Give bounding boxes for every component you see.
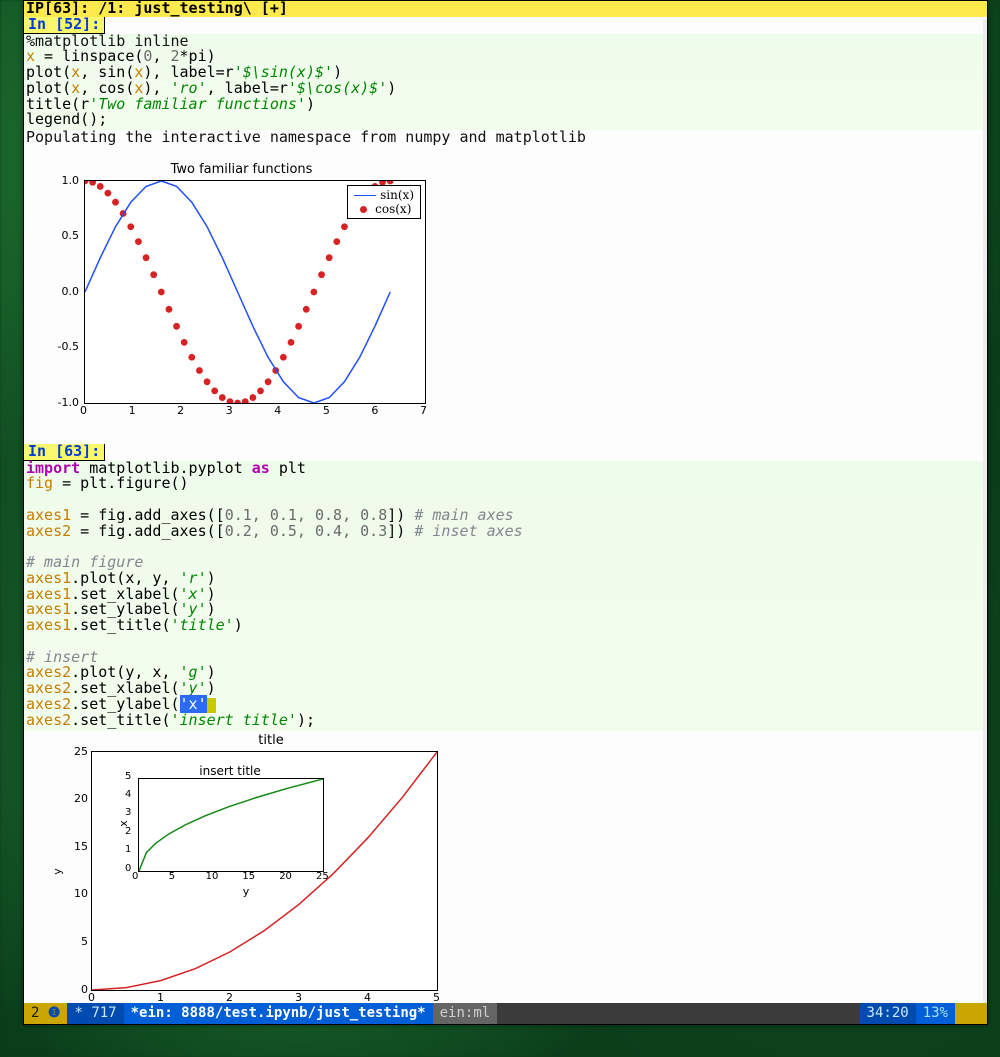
- chart2-plot-area: insert title: [91, 751, 438, 991]
- chart2-inset-svg: [139, 779, 323, 871]
- cell1-code[interactable]: %matplotlib inline x = linspace(0, 2*pi)…: [24, 34, 987, 131]
- chart-main-inset: title insert title 0510152025 012345 012…: [46, 737, 456, 1022]
- sb-segment-pct: 13%: [916, 1003, 955, 1024]
- chart2-inset-title: insert title: [138, 764, 322, 778]
- cell2-code[interactable]: import matplotlib.pyplot as plt fig = pl…: [24, 461, 987, 731]
- sb-segment-pos: 34:20: [860, 1003, 916, 1024]
- legend-line-icon: [354, 195, 376, 196]
- chart1-title: Two familiar functions: [44, 162, 439, 177]
- chart2-inset-xlabel: y: [154, 885, 338, 898]
- circle-number-icon: ❶: [48, 1006, 61, 1021]
- sb-segment-line: * 717: [67, 1003, 123, 1024]
- sb-segment-end-icon: [955, 1003, 987, 1024]
- chart1-plot-area: sin(x) cos(x): [84, 180, 426, 404]
- chart-two-familiar-functions: Two familiar functions sin(x) cos(x) -1.…: [44, 166, 439, 426]
- emacs-window: IP[63]: /1: just_testing\ [+] In [52]: %…: [23, 0, 988, 1025]
- chart2-inset-plot-area: [138, 778, 324, 872]
- legend-dot-icon: [360, 206, 367, 213]
- sb-segment-count: 2 ❶: [24, 1003, 67, 1024]
- chart2-inset-ylabel: x: [117, 820, 130, 827]
- sb-spacer: [497, 1003, 859, 1024]
- chart2-ylabel: y: [51, 868, 64, 875]
- chart2-title: title: [86, 733, 456, 748]
- scrollbar-region[interactable]: [983, 19, 987, 1003]
- tab-bar[interactable]: IP[63]: /1: just_testing\ [+]: [24, 1, 987, 17]
- sb-segment-buffer: *ein: 8888/test.ipynb/just_testing*: [124, 1003, 433, 1024]
- cell1-output: Populating the interactive namespace fro…: [24, 130, 987, 146]
- powerline-statusbar: 2 ❶ * 717 *ein: 8888/test.ipynb/just_tes…: [24, 1003, 987, 1024]
- editor-content[interactable]: In [52]: %matplotlib inline x = linspace…: [24, 17, 987, 1022]
- sb-segment-mode: ein:ml: [433, 1003, 498, 1024]
- chart1-legend: sin(x) cos(x): [347, 185, 421, 219]
